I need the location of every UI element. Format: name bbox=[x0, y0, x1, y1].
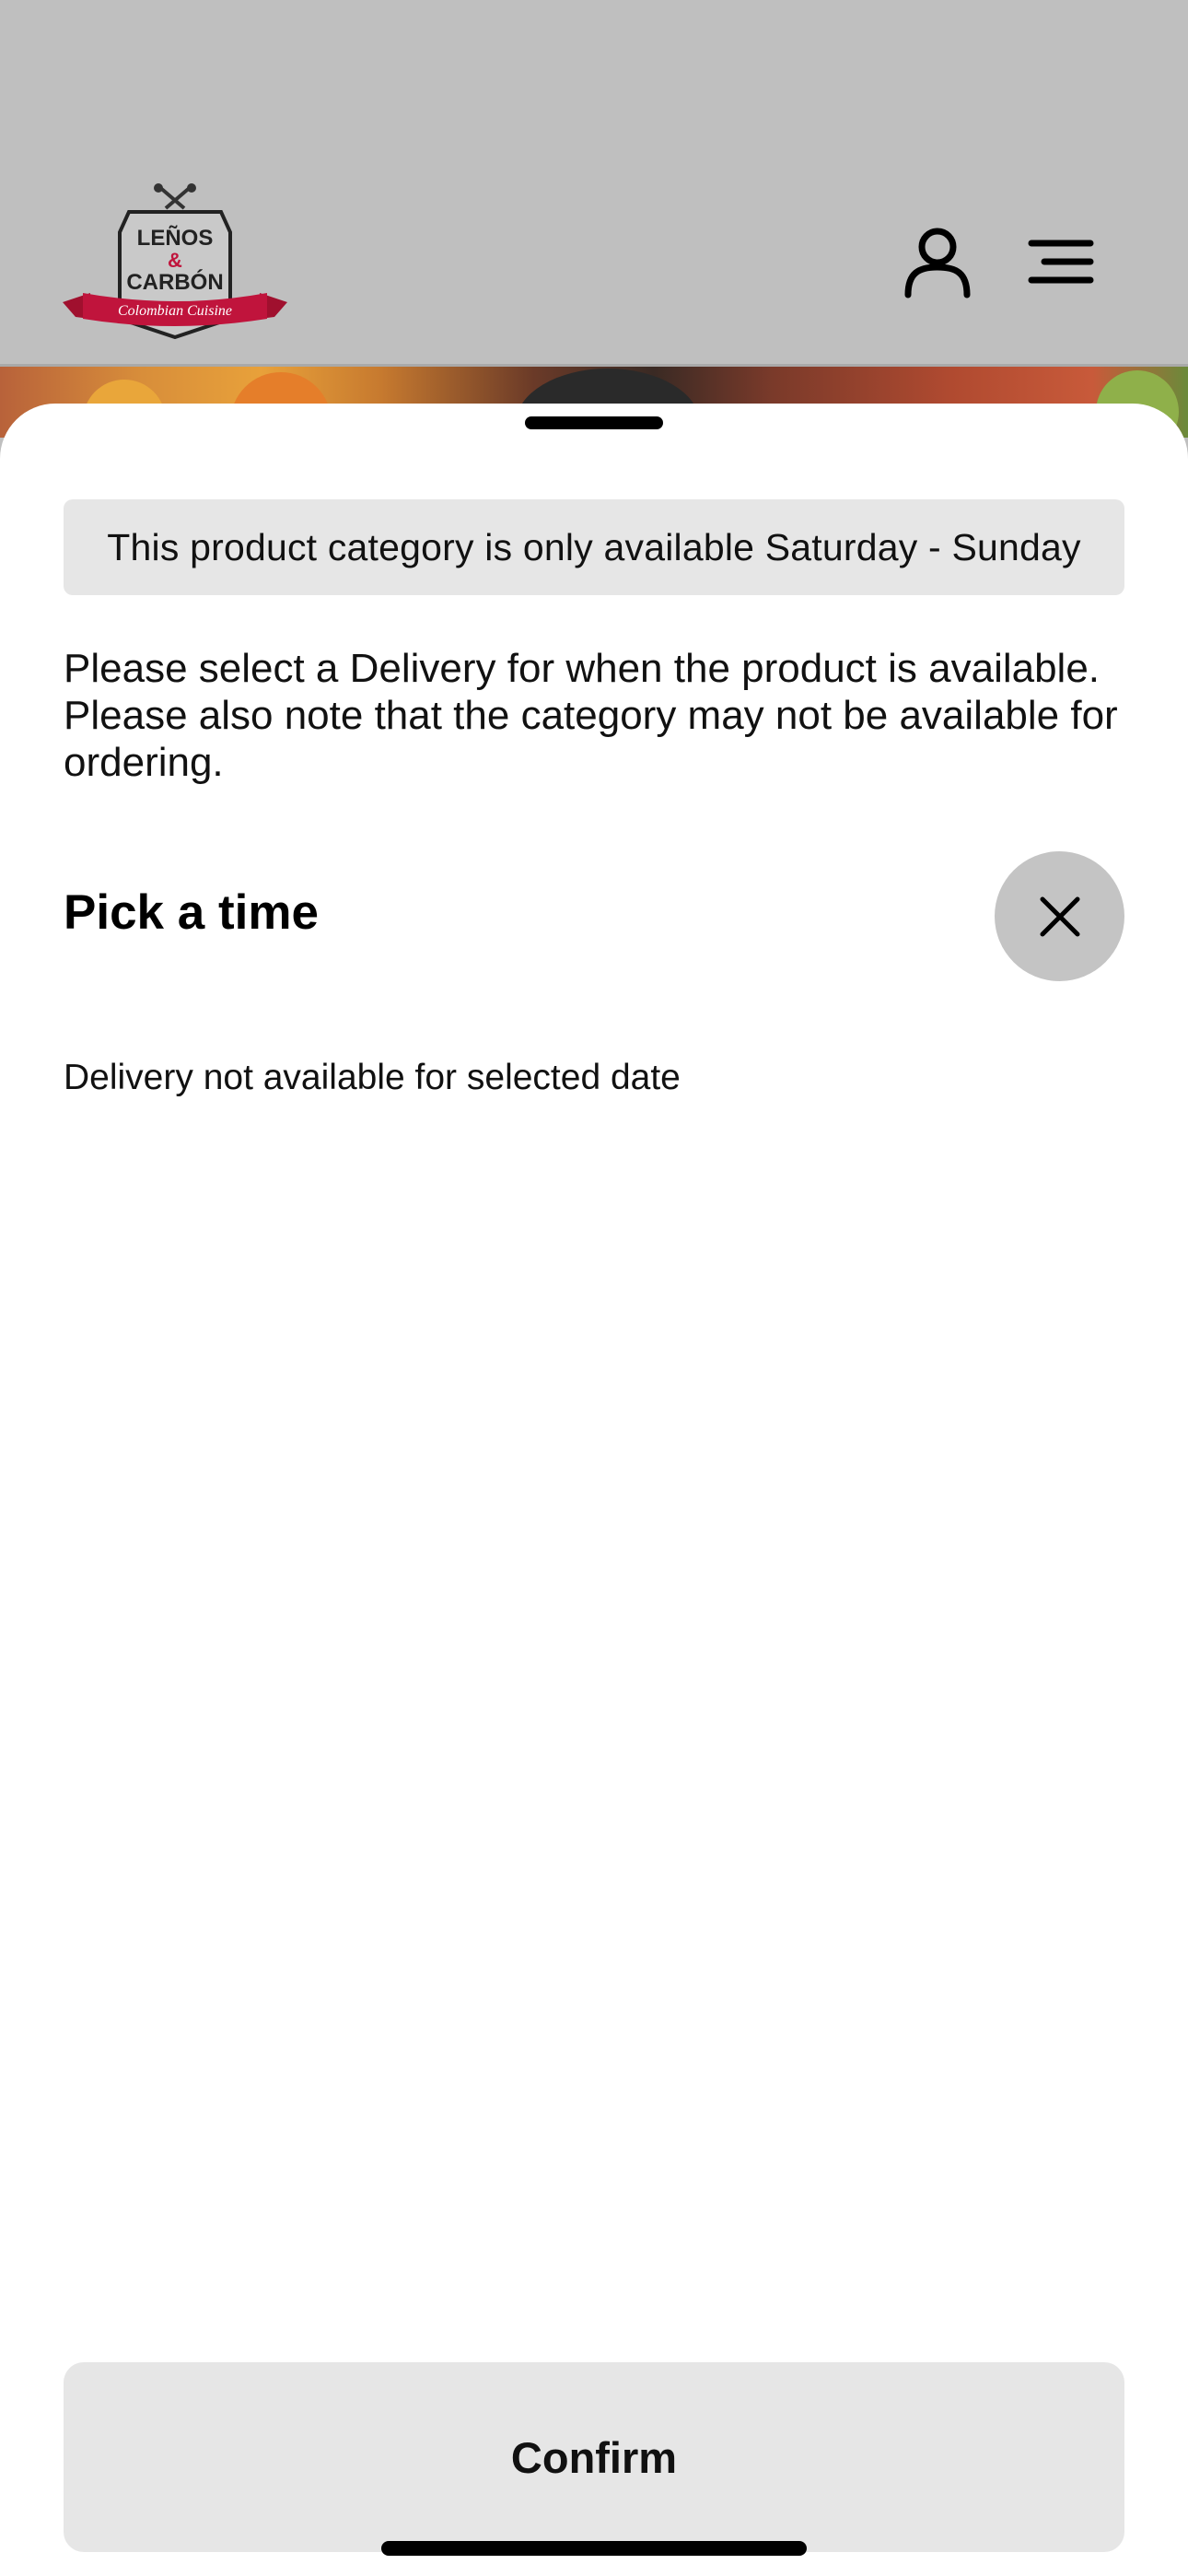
account-icon[interactable] bbox=[901, 225, 974, 299]
home-indicator bbox=[381, 2541, 807, 2556]
confirm-button[interactable]: Confirm bbox=[64, 2362, 1124, 2552]
screen: LEÑOS & CARBÓN Colombian Cuisine This pr… bbox=[0, 0, 1188, 2576]
menu-icon[interactable] bbox=[1026, 225, 1100, 299]
sheet-grabber[interactable] bbox=[525, 416, 663, 429]
delivery-status: Delivery not available for selected date bbox=[64, 1058, 681, 1097]
close-button[interactable] bbox=[995, 851, 1124, 981]
logo-line3: CARBÓN bbox=[126, 269, 223, 295]
logo-line2: & bbox=[168, 249, 182, 272]
close-icon bbox=[1040, 896, 1079, 936]
logo-line1: LEÑOS bbox=[137, 225, 214, 251]
pick-time-title: Pick a time bbox=[64, 885, 319, 940]
brand-logo[interactable]: LEÑOS & CARBÓN Colombian Cuisine bbox=[63, 181, 287, 340]
logo-graphic: LEÑOS & CARBÓN Colombian Cuisine bbox=[63, 183, 287, 340]
delivery-description: Please select a Delivery for when the pr… bbox=[64, 646, 1118, 785]
bottom-sheet: This product category is only available … bbox=[0, 404, 1188, 2576]
availability-notice: This product category is only available … bbox=[64, 499, 1124, 595]
logo-ribbon: Colombian Cuisine bbox=[118, 303, 232, 319]
header: LEÑOS & CARBÓN Colombian Cuisine bbox=[0, 0, 1188, 364]
